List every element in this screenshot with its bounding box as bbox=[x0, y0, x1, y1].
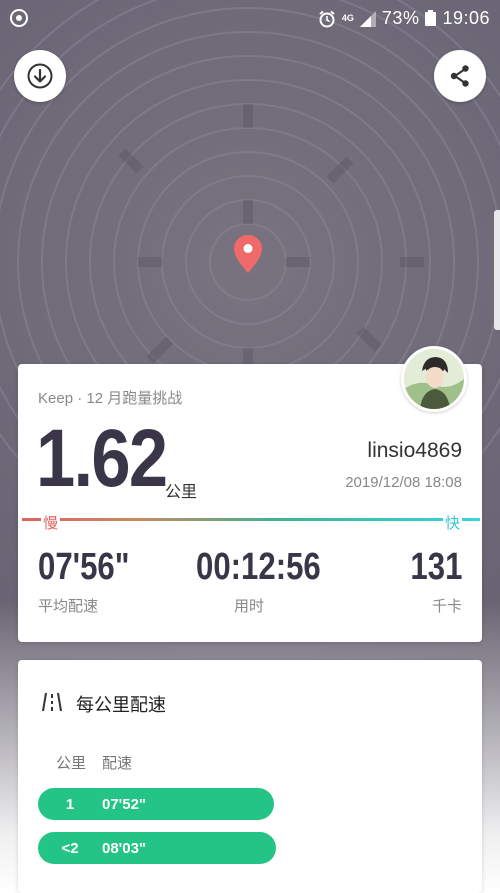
calories-label: 千卡 bbox=[431, 598, 462, 615]
edge-scroll-handle[interactable] bbox=[494, 210, 500, 330]
challenge-title[interactable]: Keep · 12 月跑量挑战 bbox=[38, 387, 182, 408]
fast-label: 快 bbox=[442, 512, 462, 533]
duration-label: 用时 bbox=[234, 598, 265, 615]
pace-row-value: 08'03" bbox=[102, 840, 147, 857]
share-icon bbox=[450, 65, 469, 87]
slow-label: 慢 bbox=[41, 512, 61, 533]
avatar-image bbox=[404, 349, 464, 409]
status-bar: 4G 73% 19:06 bbox=[0, 0, 500, 36]
avg-pace-label: 平均配速 bbox=[38, 598, 99, 615]
clock: 19:06 bbox=[442, 8, 490, 28]
distance-unit: 公里 bbox=[165, 484, 198, 501]
username[interactable]: linsio4869 bbox=[367, 439, 462, 463]
pace-lanes-icon bbox=[42, 692, 62, 712]
pace-row-value: 07'52" bbox=[102, 796, 147, 813]
distance-value: 1.62 bbox=[36, 413, 168, 504]
pace-card-title: 每公里配速 bbox=[76, 695, 166, 715]
share-button[interactable] bbox=[434, 50, 486, 102]
pace-row-km: 1 bbox=[65, 796, 75, 813]
download-button[interactable] bbox=[14, 50, 66, 102]
sync-icon bbox=[10, 9, 28, 27]
per-km-pace-card: 每公里配速 公里 配速 1 07'52" <2 08'03" bbox=[18, 660, 482, 893]
signal-icon bbox=[359, 10, 376, 27]
column-header-pace: 配速 bbox=[102, 755, 133, 772]
location-pin-icon bbox=[234, 235, 262, 273]
battery-percent: 73% bbox=[381, 8, 420, 28]
run-datetime: 2019/12/08 18:08 bbox=[345, 474, 462, 491]
pace-row: <2 08'03" bbox=[38, 832, 276, 864]
duration-value: 00:12:56 bbox=[196, 546, 321, 588]
avatar[interactable] bbox=[401, 346, 467, 412]
pace-row: 1 07'52" bbox=[38, 788, 274, 820]
pace-gradient-bar bbox=[22, 518, 480, 521]
calories-value: 131 bbox=[410, 546, 462, 588]
avg-pace-value: 07'56" bbox=[38, 546, 130, 588]
network-type: 4G bbox=[341, 13, 354, 23]
alarm-icon bbox=[319, 10, 335, 27]
pace-row-km: <2 bbox=[61, 840, 79, 857]
run-summary-card: Keep · 12 月跑量挑战 1.62 公里 linsio4869 2019/… bbox=[18, 364, 482, 642]
column-header-km: 公里 bbox=[56, 755, 87, 772]
download-arrow-icon bbox=[27, 63, 53, 89]
battery-icon bbox=[425, 9, 437, 26]
